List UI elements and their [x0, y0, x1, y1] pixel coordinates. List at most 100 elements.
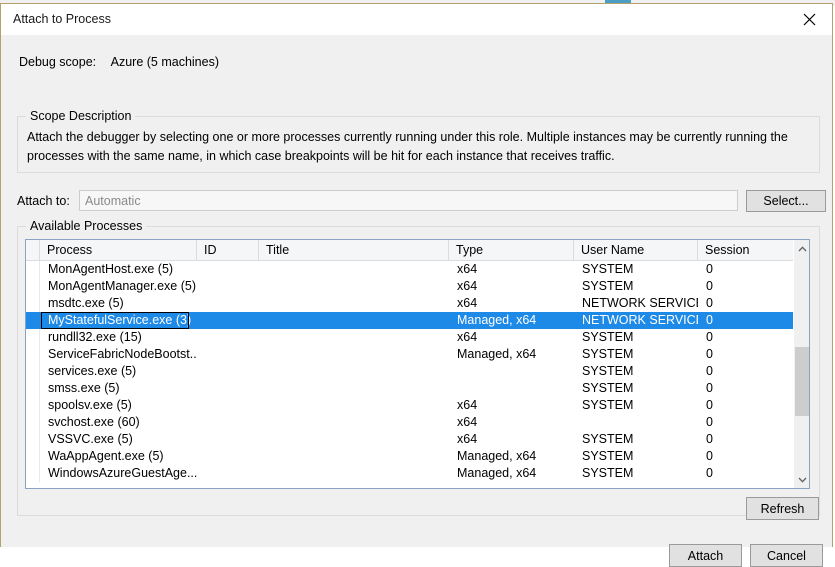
cell-username: SYSTEM [582, 364, 634, 378]
cell-username: NETWORK SERVICE [582, 296, 698, 310]
row-gutter [26, 380, 40, 397]
table-row[interactable]: WaAppAgent.exe (5) Managed, x64 SYSTEM 0 [26, 448, 809, 465]
table-row[interactable]: ServiceFabricNodeBootst... Managed, x64 SY… [26, 346, 809, 363]
cell-session: 0 [706, 262, 713, 276]
cell-username: SYSTEM [582, 449, 634, 463]
close-button[interactable] [787, 4, 832, 34]
cell-id [197, 346, 259, 363]
cell-type [449, 380, 574, 397]
cell-title [259, 346, 449, 363]
process-list-header: Process ID Title Type User Name Session [26, 240, 809, 261]
table-row[interactable]: WindowsAzureGuestAge... Managed, x64 SYSTE… [26, 465, 809, 482]
row-gutter [26, 295, 40, 312]
cell-process: WaAppAgent.exe (5) [48, 449, 164, 463]
table-row[interactable]: VSSVC.exe (5) x64 SYSTEM 0 [26, 431, 809, 448]
table-row[interactable]: MonAgentHost.exe (5) x64 SYSTEM 0 [26, 261, 809, 278]
cell-type: Managed, x64 [457, 313, 537, 327]
row-gutter [26, 465, 40, 482]
available-processes-legend: Available Processes [26, 219, 147, 233]
process-list-scrollbar[interactable] [793, 240, 809, 488]
dialog-body: Debug scope: Azure (5 machines) Scope De… [1, 36, 832, 567]
scope-description-group: Scope Description Attach the debugger by… [17, 109, 820, 173]
cancel-button[interactable]: Cancel [750, 544, 823, 567]
scroll-down-icon[interactable] [794, 471, 809, 488]
cell-id [197, 329, 259, 346]
cell-type: x64 [457, 330, 478, 344]
table-row[interactable]: rundll32.exe (15) x64 SYSTEM 0 [26, 329, 809, 346]
column-header-id[interactable]: ID [197, 240, 259, 260]
cell-process: services.exe (5) [48, 364, 137, 378]
available-processes-group: Available Processes Process ID Title Typ… [17, 219, 820, 520]
table-row[interactable]: smss.exe (5) SYSTEM 0 [26, 380, 809, 397]
cell-process: spoolsv.exe (5) [48, 398, 132, 412]
row-gutter [26, 397, 40, 414]
cell-process: MonAgentHost.exe (5) [48, 262, 174, 276]
column-header-gutter [26, 240, 40, 260]
debug-scope-value: Azure (5 machines) [110, 55, 219, 69]
cell-id [197, 414, 259, 431]
cell-session: 0 [706, 466, 713, 480]
table-row[interactable]: MyStatefulService.exe (3) Managed, x64 NET… [26, 312, 809, 329]
cell-type: x64 [457, 398, 478, 412]
row-gutter [26, 414, 40, 431]
cell-session: 0 [706, 415, 713, 429]
cell-title [259, 431, 449, 448]
debug-scope-row: Debug scope: Azure (5 machines) [19, 55, 219, 69]
row-gutter [26, 329, 40, 346]
cell-username: SYSTEM [582, 381, 634, 395]
cell-username: SYSTEM [582, 432, 634, 446]
cell-process: VSSVC.exe (5) [48, 432, 133, 446]
scrollbar-thumb[interactable] [795, 347, 809, 416]
attach-to-process-dialog: Attach to Process Debug scope: Azure (5 … [0, 3, 833, 567]
cell-id [197, 261, 259, 278]
row-gutter [26, 312, 40, 329]
cell-session: 0 [706, 449, 713, 463]
cell-type: x64 [457, 262, 478, 276]
cell-title [259, 397, 449, 414]
scroll-up-icon[interactable] [794, 240, 809, 257]
cell-session: 0 [706, 364, 713, 378]
cell-username: SYSTEM [582, 330, 634, 344]
cell-title [259, 295, 449, 312]
table-row[interactable]: msdtc.exe (5) x64 NETWORK SERVICE 0 [26, 295, 809, 312]
cell-username: SYSTEM [582, 279, 634, 293]
cell-type: Managed, x64 [457, 347, 537, 361]
cell-title [259, 312, 449, 329]
table-row[interactable]: services.exe (5) SYSTEM 0 [26, 363, 809, 380]
scope-description-text: Attach the debugger by selecting one or … [27, 130, 788, 163]
row-gutter [26, 278, 40, 295]
cell-username: SYSTEM [582, 466, 634, 480]
cell-username: SYSTEM [582, 347, 634, 361]
row-gutter [26, 448, 40, 465]
cell-username: SYSTEM [582, 398, 634, 412]
refresh-button[interactable]: Refresh [746, 497, 819, 520]
cell-process: WindowsAzureGuestAge... [48, 466, 197, 480]
attach-to-input[interactable] [79, 190, 738, 211]
cell-process: rundll32.exe (15) [48, 330, 142, 344]
cell-session: 0 [706, 432, 713, 446]
table-row[interactable]: spoolsv.exe (5) x64 SYSTEM 0 [26, 397, 809, 414]
cell-type: Managed, x64 [457, 449, 537, 463]
table-row[interactable]: svchost.exe (60) x64 0 [26, 414, 809, 431]
cell-username: SYSTEM [582, 262, 634, 276]
column-header-process[interactable]: Process [40, 240, 197, 260]
cell-session: 0 [706, 381, 713, 395]
cell-username [574, 414, 698, 431]
attach-button[interactable]: Attach [669, 544, 742, 567]
cell-process: ServiceFabricNodeBootst... [48, 347, 197, 361]
column-header-title[interactable]: Title [259, 240, 449, 260]
column-header-username[interactable]: User Name [574, 240, 698, 260]
process-listview[interactable]: Process ID Title Type User Name Session … [25, 239, 810, 489]
cell-title [259, 278, 449, 295]
cell-title [259, 465, 449, 482]
cell-type: x64 [457, 432, 478, 446]
cell-id [197, 363, 259, 380]
select-button[interactable]: Select... [746, 190, 826, 212]
table-row[interactable]: MonAgentManager.exe (5) x64 SYSTEM 0 [26, 278, 809, 295]
cell-title [259, 363, 449, 380]
cell-session: 0 [706, 347, 713, 361]
column-header-session[interactable]: Session [698, 240, 795, 260]
dialog-title: Attach to Process [13, 12, 111, 26]
column-header-type[interactable]: Type [449, 240, 574, 260]
attach-to-label: Attach to: [17, 194, 70, 208]
